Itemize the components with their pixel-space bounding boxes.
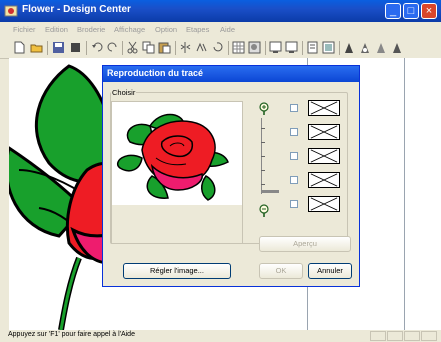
- apercu-button[interactable]: Aperçu: [259, 236, 351, 252]
- paste-icon[interactable]: [158, 41, 171, 54]
- mirror-icon[interactable]: [195, 41, 208, 54]
- transfer-icon[interactable]: [306, 41, 319, 54]
- menu-etapes[interactable]: Etapes: [186, 25, 209, 34]
- cross-pattern-icon[interactable]: [308, 148, 340, 164]
- slider-tick: [261, 170, 265, 171]
- menu-affichage[interactable]: Affichage: [114, 25, 145, 34]
- save-icon[interactable]: [52, 41, 65, 54]
- window-title: Flower - Design Center: [22, 4, 131, 15]
- toolbar: [0, 38, 441, 59]
- cross-pattern-icon[interactable]: [308, 100, 340, 116]
- regler-image-button[interactable]: Régler l'image...: [123, 263, 231, 279]
- title-bar: Flower - Design Center _ □ ×: [0, 0, 441, 22]
- pattern-checkbox[interactable]: [290, 128, 298, 136]
- slider-tick: [261, 184, 265, 185]
- zoom-out-icon[interactable]: [258, 204, 270, 218]
- flip-icon[interactable]: [179, 41, 192, 54]
- dialog-title: Reproduction du tracé: [107, 68, 204, 78]
- pattern-checkbox[interactable]: [290, 200, 298, 208]
- menu-broderie[interactable]: Broderie: [77, 25, 105, 34]
- toolbar-separator: [228, 41, 229, 55]
- slider-tick: [261, 142, 265, 143]
- zoom-in-icon[interactable]: [258, 102, 270, 116]
- pattern-checkbox[interactable]: [290, 152, 298, 160]
- ok-button[interactable]: OK: [259, 263, 303, 279]
- choose-group-label: Choisir: [111, 88, 137, 97]
- canvas-guide-line: [404, 58, 405, 330]
- stitch-icon[interactable]: [375, 41, 388, 54]
- resize-grip[interactable]: [421, 331, 437, 341]
- rotate-icon[interactable]: [211, 41, 224, 54]
- toolbar-separator: [175, 41, 176, 55]
- menu-option[interactable]: Option: [155, 25, 177, 34]
- redo-icon[interactable]: [106, 41, 119, 54]
- cut-icon[interactable]: [126, 41, 139, 54]
- cross-pattern-icon[interactable]: [308, 124, 340, 140]
- toolbar-separator: [47, 41, 48, 55]
- image-preview: [111, 101, 243, 206]
- minimize-button[interactable]: _: [385, 3, 401, 19]
- new-icon[interactable]: [13, 41, 26, 54]
- slider-tick: [261, 156, 265, 157]
- status-panel: [387, 331, 403, 341]
- zoom-out-icon[interactable]: [285, 41, 298, 54]
- menu-aide[interactable]: Aide: [220, 25, 235, 34]
- slider-tick: [261, 128, 265, 129]
- stop-icon[interactable]: [69, 41, 82, 54]
- undo-icon[interactable]: [91, 41, 104, 54]
- cross-pattern-icon[interactable]: [308, 196, 340, 212]
- menu-fichier[interactable]: Fichier: [13, 25, 36, 34]
- rose-thumbnail: [117, 113, 229, 201]
- close-button[interactable]: ×: [421, 3, 437, 19]
- stitch2-icon[interactable]: [391, 41, 404, 54]
- status-panel: [404, 331, 420, 341]
- app-icon: [4, 5, 18, 17]
- pattern-checkbox[interactable]: [290, 176, 298, 184]
- reproduction-dialog: Reproduction du tracé Choisir Aperçu Rég…: [102, 65, 360, 287]
- fit-icon[interactable]: [322, 41, 335, 54]
- status-text: Appuyez sur 'F1' pour faire appel à l'Ai…: [8, 331, 135, 338]
- dialog-title-bar: Reproduction du tracé: [103, 66, 359, 82]
- open-icon[interactable]: [30, 41, 43, 54]
- toolbar-separator: [339, 41, 340, 55]
- cross-pattern-icon[interactable]: [308, 172, 340, 188]
- status-panel: [370, 331, 386, 341]
- toolbar-separator: [265, 41, 266, 55]
- grid-icon[interactable]: [232, 41, 245, 54]
- menu-edition[interactable]: Edition: [45, 25, 68, 34]
- annuler-button[interactable]: Annuler: [308, 263, 352, 279]
- status-bar: Appuyez sur 'F1' pour faire appel à l'Ai…: [0, 330, 441, 342]
- zoom-slider-thumb[interactable]: [261, 190, 279, 193]
- pattern-checkbox[interactable]: [290, 104, 298, 112]
- zoom-in-icon[interactable]: [269, 41, 282, 54]
- hand-icon[interactable]: [343, 41, 356, 54]
- menu-bar: Fichier Edition Broderie Affichage Optio…: [0, 22, 441, 38]
- toolbar-separator: [302, 41, 303, 55]
- maximize-button[interactable]: □: [403, 3, 419, 19]
- copy-icon[interactable]: [142, 41, 155, 54]
- preview-lower-area: [111, 205, 243, 244]
- thread-icon[interactable]: [359, 41, 372, 54]
- toolbar-separator: [86, 41, 87, 55]
- toolbar-separator: [122, 41, 123, 55]
- pattern-icon[interactable]: [248, 41, 261, 54]
